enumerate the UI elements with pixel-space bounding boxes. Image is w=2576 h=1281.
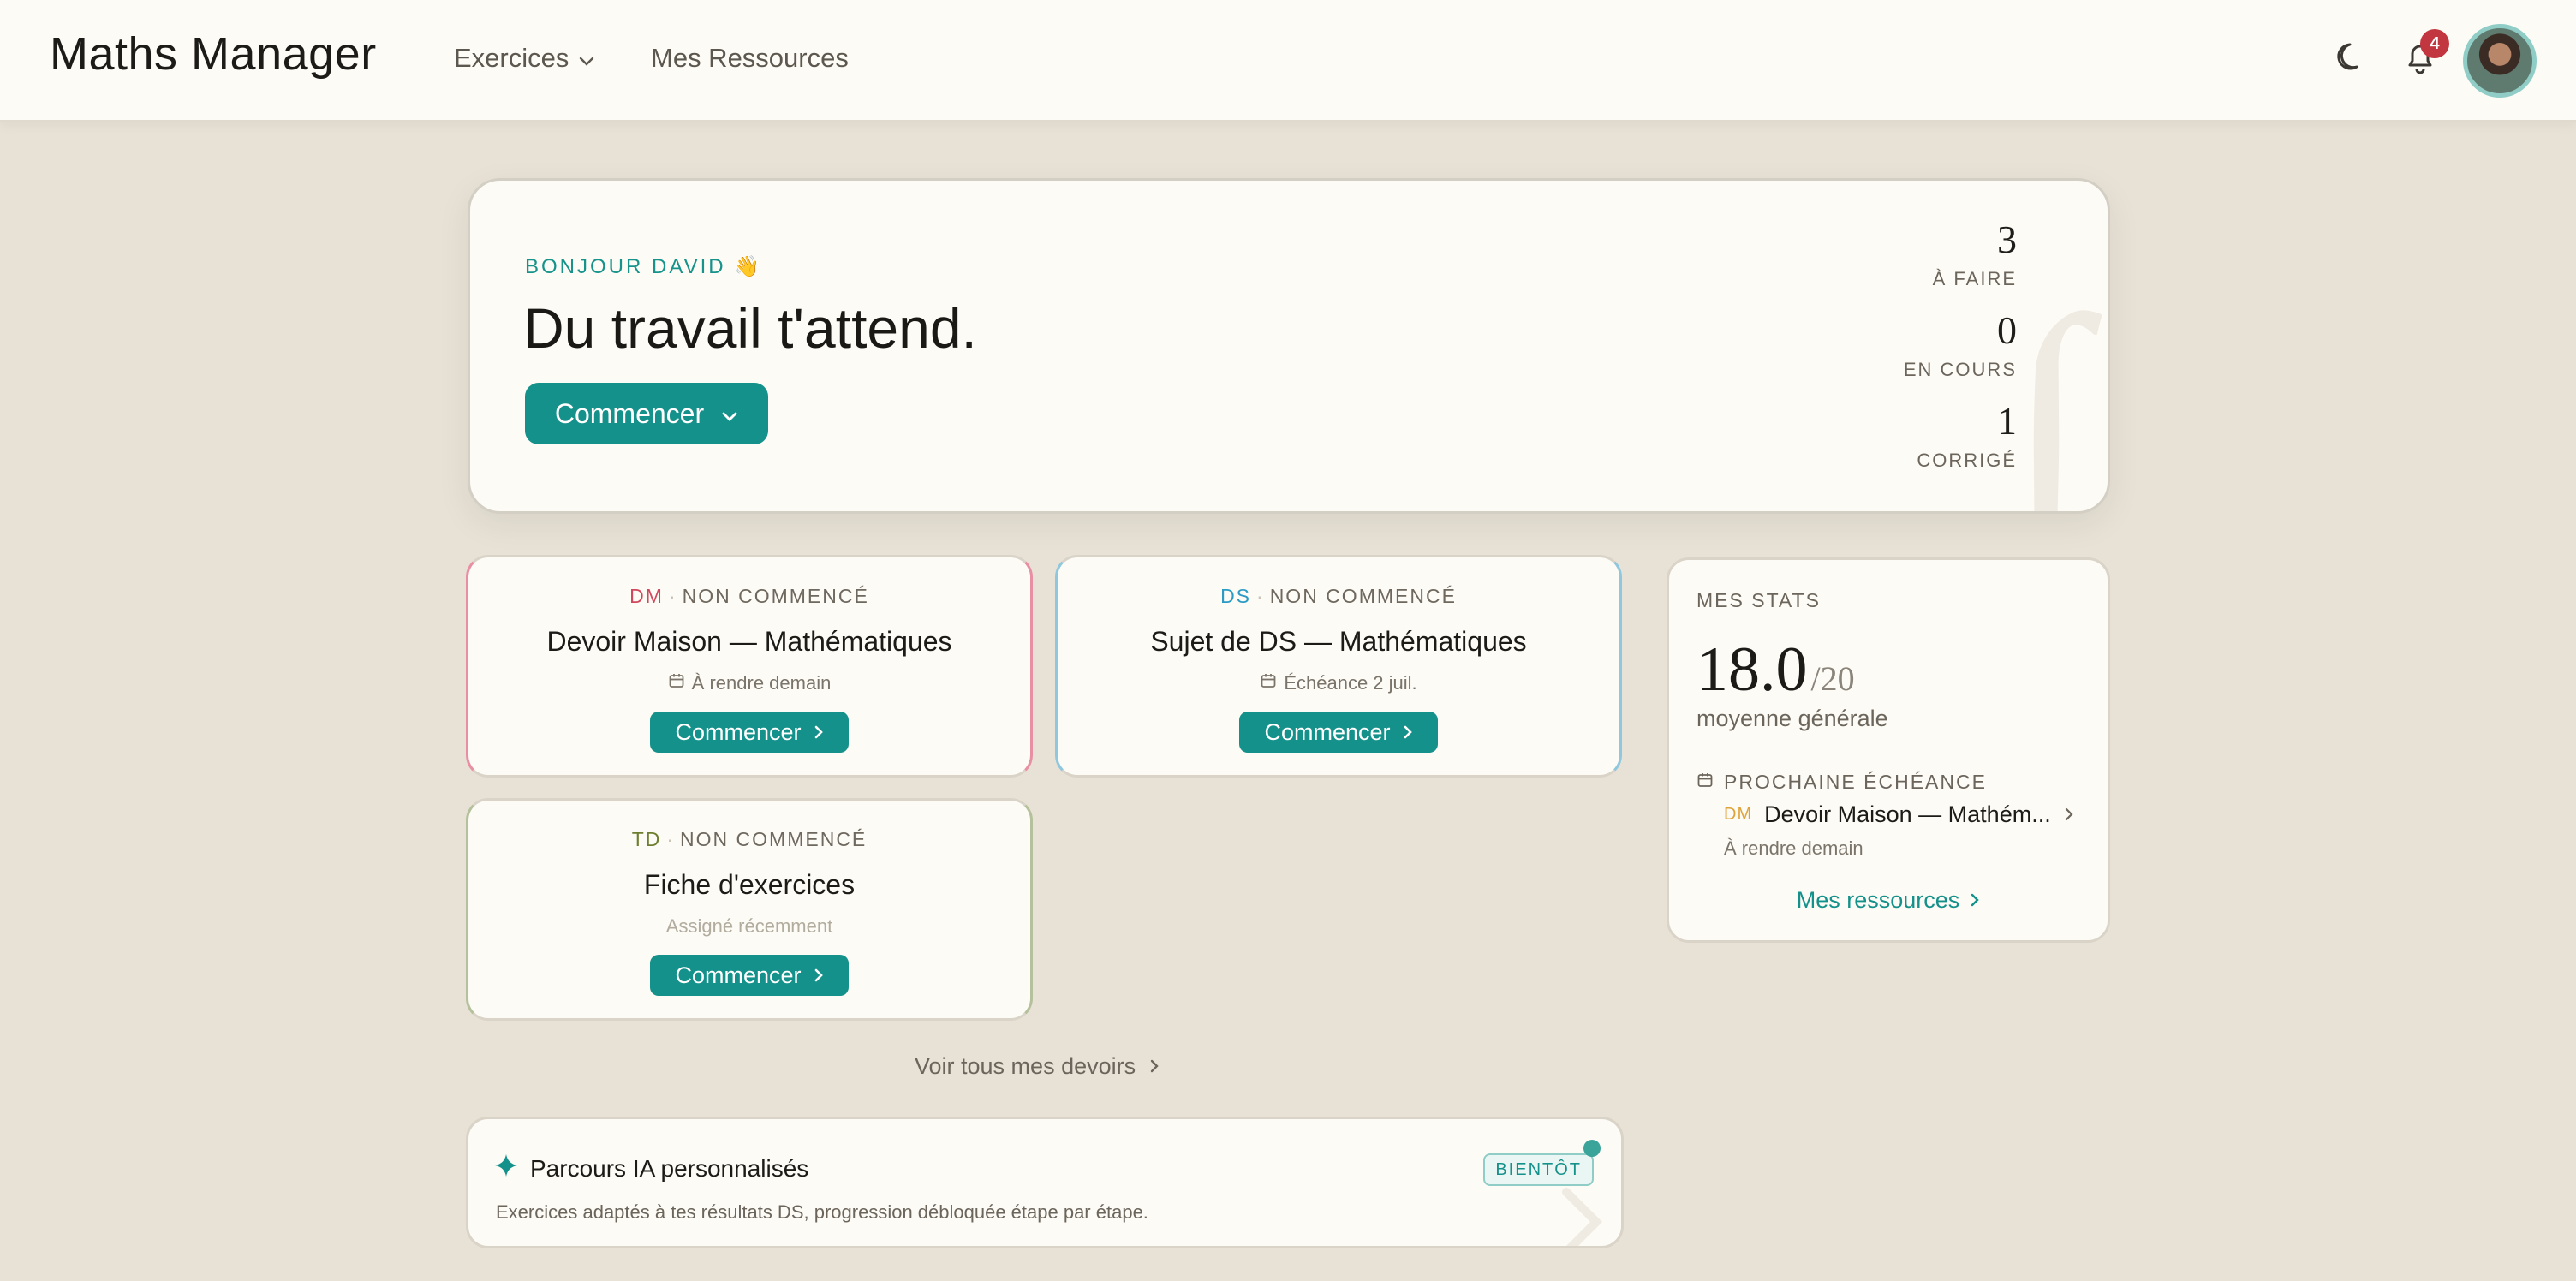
stats-label: MES STATS xyxy=(1696,589,1821,611)
integral-decoration-icon: ∫ xyxy=(2007,259,2087,514)
chevron-right-icon xyxy=(1403,719,1413,746)
my-resources-label: Mes ressources xyxy=(1796,887,1960,913)
assignment-card-td[interactable]: TD · NON COMMENCÉ Fiche d'exercices Assign… xyxy=(466,798,1033,1021)
next-deadline-title: Devoir Maison — Mathém... xyxy=(1764,801,2051,827)
chevron-right-icon xyxy=(814,962,824,989)
average-score: 18.0/20 xyxy=(1696,634,1855,706)
greeting-text: BONJOUR DAVID 👋 xyxy=(525,255,763,278)
hero-title: Du travail t'attend. xyxy=(523,296,977,360)
notification-count-badge: 4 xyxy=(2420,29,2449,58)
user-avatar[interactable] xyxy=(2463,24,2537,98)
assignment-due-text: Assigné récemment xyxy=(665,915,833,937)
chevron-down-icon xyxy=(721,398,738,430)
assignment-card-ds[interactable]: DS · NON COMMENCÉ Sujet de DS — Mathématiq… xyxy=(1055,555,1622,778)
start-button-label: Commencer xyxy=(1264,718,1391,745)
nav-exercices-dropdown[interactable]: Exercices xyxy=(454,43,594,74)
assignment-meta: TD · NON COMMENCÉ xyxy=(631,828,868,850)
assignment-card-dm[interactable]: DM · NON COMMENCÉ Devoir Maison — Mathémat… xyxy=(466,555,1033,778)
see-all-assignments-link[interactable]: Voir tous mes devoirs xyxy=(915,1053,1160,1080)
welcome-hero-card: ∫ BONJOUR DAVID 👋 Du travail t'attend. C… xyxy=(468,178,2110,514)
chevron-right-icon xyxy=(1149,1053,1160,1080)
nav-exercices-label: Exercices xyxy=(454,43,569,73)
next-deadline-heading: PROCHAINE ÉCHÉANCE xyxy=(1696,771,1987,794)
assignment-meta: DS · NON COMMENCÉ xyxy=(1220,585,1457,607)
stat-corrected-value: 1 xyxy=(1997,399,2017,443)
stat-todo-label: À FAIRE xyxy=(1932,268,2017,289)
my-resources-link[interactable]: Mes ressources xyxy=(1669,887,2108,914)
nav-mes-ressources[interactable]: Mes Ressources xyxy=(651,43,849,74)
assignment-due-text: À rendre demain xyxy=(691,672,832,694)
chevron-right-icon xyxy=(2064,801,2074,828)
stat-inprogress-value: 0 xyxy=(1997,308,2017,352)
start-assignment-button[interactable]: Commencer xyxy=(1239,712,1438,753)
chevron-right-icon xyxy=(814,719,824,746)
sparkle-icon xyxy=(494,1153,518,1182)
next-deadline-tag: DM xyxy=(1724,805,1753,824)
start-assignment-button[interactable]: Commencer xyxy=(650,955,849,996)
assignment-status: NON COMMENCÉ xyxy=(682,585,869,607)
assignment-type-tag: DS xyxy=(1220,585,1252,607)
ai-title: Parcours IA personnalisés xyxy=(530,1155,809,1182)
dark-mode-toggle-icon[interactable] xyxy=(2333,39,2367,81)
next-deadline-item[interactable]: DM Devoir Maison — Mathém... xyxy=(1724,801,2084,828)
stat-todo-value: 3 xyxy=(1997,217,2017,261)
average-label: moyenne générale xyxy=(1696,706,1888,731)
calendar-icon xyxy=(1696,771,1714,794)
start-button-label: Commencer xyxy=(554,397,705,429)
assignment-due: À rendre demain xyxy=(468,672,1030,694)
start-button-label: Commencer xyxy=(675,962,802,988)
assignment-type-tag: DM xyxy=(629,585,664,607)
my-stats-card: MES STATS 18.0/20 moyenne générale PROCH… xyxy=(1667,557,2110,943)
see-all-label: Voir tous mes devoirs xyxy=(915,1053,1136,1079)
next-deadline-label: PROCHAINE ÉCHÉANCE xyxy=(1724,771,1987,793)
assignment-title: Fiche d'exercices xyxy=(643,869,856,900)
status-dot xyxy=(1583,1140,1601,1157)
score-out-of: /20 xyxy=(1810,659,1855,698)
start-button-label: Commencer xyxy=(675,718,802,745)
top-navigation-bar: Maths Manager Exercices Mes Ressources 4 xyxy=(0,0,2576,122)
calendar-icon xyxy=(1260,672,1277,694)
start-assignment-button[interactable]: Commencer xyxy=(650,712,849,753)
chevron-right-icon xyxy=(1970,887,1980,914)
assignment-title: Sujet de DS — Mathématiques xyxy=(1150,626,1527,657)
stat-corrected-label: CORRIGÉ xyxy=(1917,450,2017,471)
ai-description: Exercices adaptés à tes résultats DS, pr… xyxy=(496,1201,1148,1223)
score-value: 18.0 xyxy=(1696,635,1808,705)
assignment-due: Échéance 2 juil. xyxy=(1058,672,1619,694)
brand-logo[interactable]: Maths Manager xyxy=(50,27,377,80)
assignment-type-tag: TD xyxy=(631,828,662,850)
ai-learning-path-card[interactable]: Parcours IA personnalisés Exercices adap… xyxy=(466,1117,1624,1248)
assignment-meta: DM · NON COMMENCÉ xyxy=(629,585,869,607)
next-deadline-due: À rendre demain xyxy=(1724,837,1863,859)
coming-soon-badge: BIENTÔT xyxy=(1483,1153,1594,1186)
chevron-decoration-icon xyxy=(1558,1188,1609,1246)
assignment-due-text: Échéance 2 juil. xyxy=(1284,672,1417,694)
assignment-status: NON COMMENCÉ xyxy=(680,828,868,850)
calendar-icon xyxy=(668,672,685,694)
stat-inprogress-label: EN COURS xyxy=(1903,359,2017,380)
chevron-down-icon xyxy=(579,43,594,74)
assignment-status: NON COMMENCÉ xyxy=(1269,585,1457,607)
assignment-title: Devoir Maison — Mathématiques xyxy=(546,626,952,657)
start-dropdown-button[interactable]: Commencer xyxy=(525,383,768,444)
